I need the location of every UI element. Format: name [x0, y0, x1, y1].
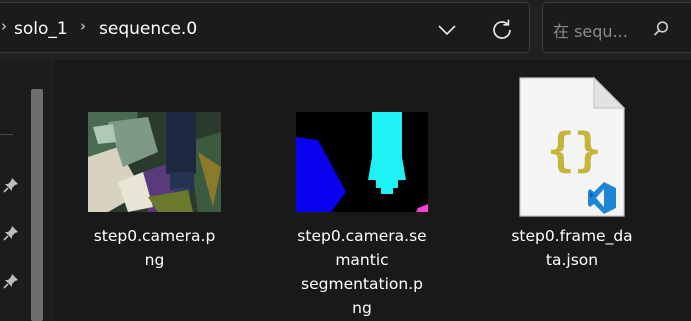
history-dropdown-button[interactable]	[432, 15, 462, 45]
file-name-line: mantic	[335, 251, 389, 269]
search-input[interactable]: 在 sequ...	[553, 18, 628, 42]
json-file-icon: { }	[516, 76, 628, 218]
chevron-down-icon	[438, 25, 456, 36]
nav-divider	[0, 134, 13, 135]
file-name-line: segmentation.p	[301, 275, 423, 293]
file-name-line: ng	[352, 299, 372, 317]
search-icon[interactable]	[651, 19, 671, 39]
pin-icon[interactable]	[2, 176, 20, 194]
svg-text:}: }	[574, 123, 602, 177]
search-box[interactable]: 在 sequ...	[542, 2, 691, 53]
image-thumbnail	[88, 112, 221, 212]
breadcrumb-item-solo-1[interactable]: solo_1	[14, 19, 68, 39]
refresh-button[interactable]	[486, 14, 518, 46]
nav-scrollbar[interactable]	[31, 89, 43, 321]
file-name-line: step0.frame_da	[511, 227, 633, 245]
refresh-icon	[493, 19, 511, 39]
file-name: step0.frame_da ta.json	[494, 224, 650, 272]
json-braces-icon: {	[547, 123, 575, 177]
file-name-line: step0.camera.se	[297, 227, 427, 245]
breadcrumb-separator: ›	[80, 17, 86, 35]
breadcrumb-item-sequence-0[interactable]: sequence.0	[99, 19, 197, 39]
file-name-line: ng	[144, 251, 165, 269]
pin-icon[interactable]	[2, 224, 20, 242]
file-name-line: ta.json	[545, 251, 599, 269]
pin-icon[interactable]	[2, 272, 20, 290]
file-name-line: step0.camera.p	[93, 227, 216, 245]
top-bar: › solo_1 › sequence.0 在 sequ...	[0, 0, 691, 60]
file-name: step0.camera.se mantic segmentation.p ng	[284, 224, 440, 320]
breadcrumb-separator: ›	[1, 17, 7, 35]
address-bar[interactable]: › solo_1 › sequence.0	[0, 2, 530, 53]
file-name: step0.camera.p ng	[78, 224, 231, 272]
image-thumbnail	[296, 112, 428, 212]
